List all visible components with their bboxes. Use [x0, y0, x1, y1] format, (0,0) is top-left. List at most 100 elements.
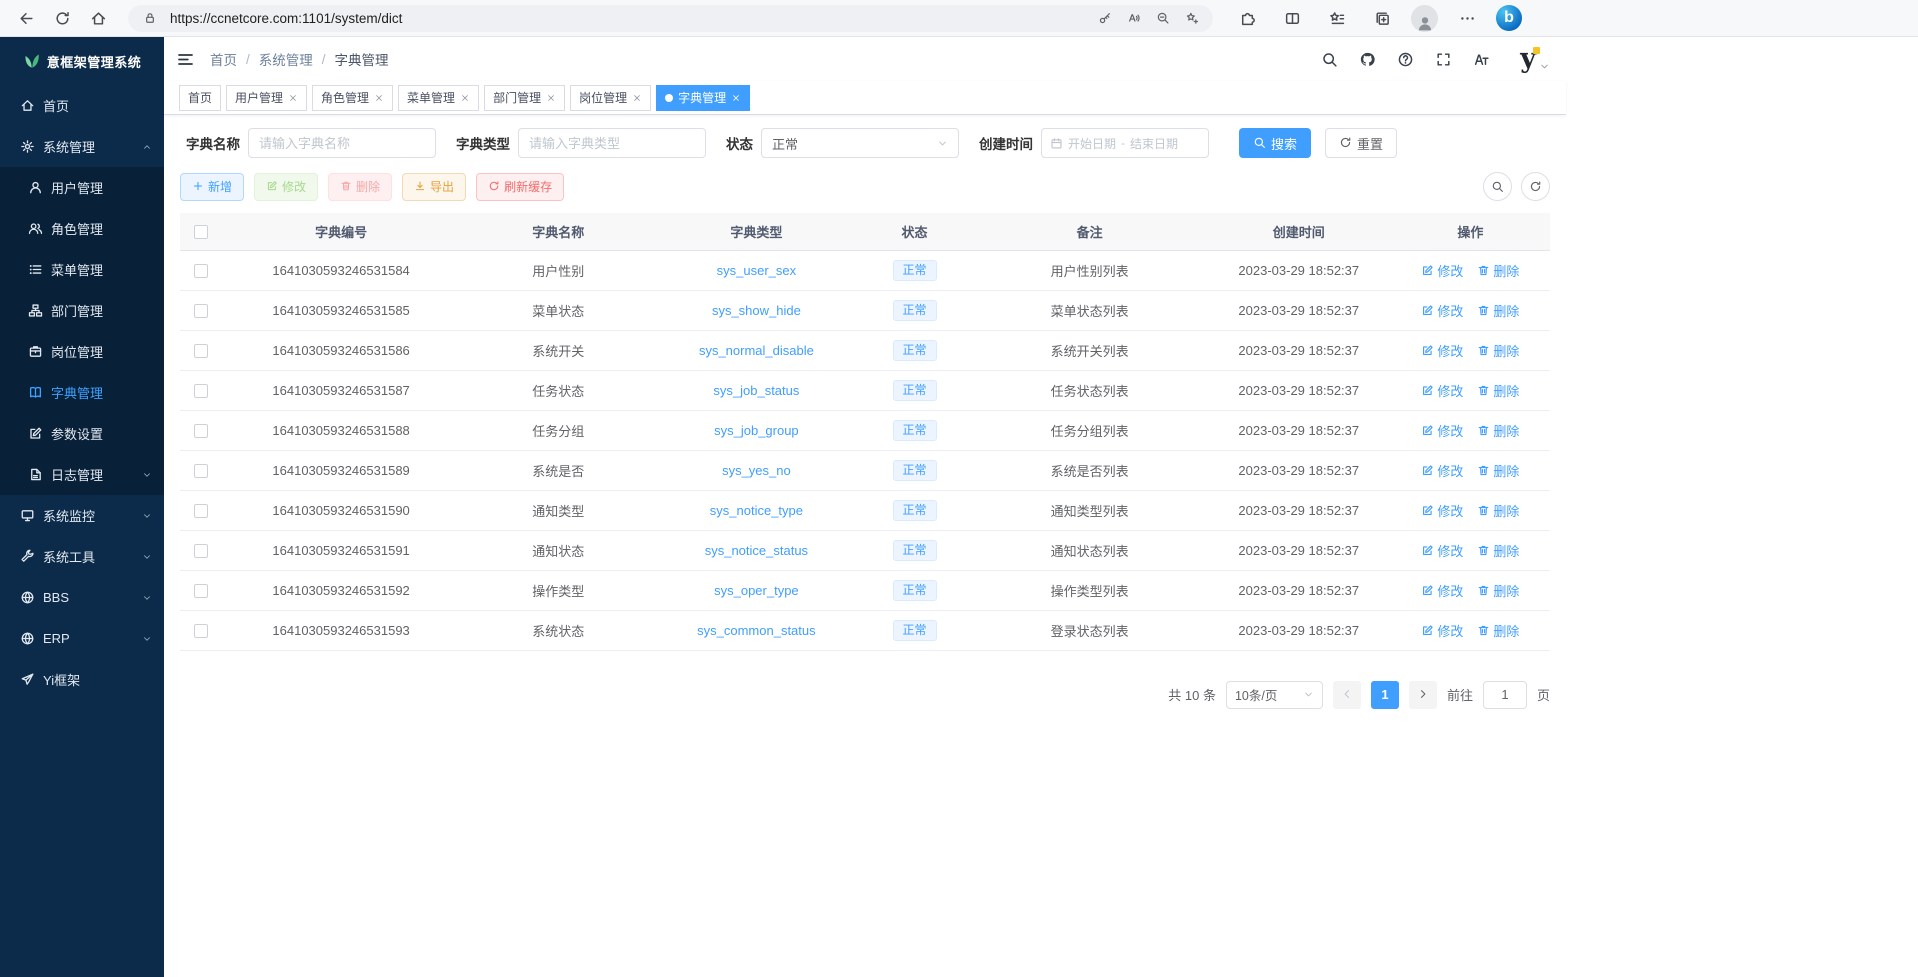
- profile-avatar[interactable]: [1411, 5, 1438, 32]
- dict-type-link[interactable]: sys_notice_type: [710, 503, 803, 518]
- sidebar-item-system-management[interactable]: 系统管理: [0, 126, 164, 167]
- refresh-icon[interactable]: [1521, 172, 1550, 201]
- row-checkbox[interactable]: [194, 584, 208, 598]
- row-delete-button[interactable]: 删除: [1477, 461, 1519, 480]
- home-icon[interactable]: [82, 3, 114, 33]
- tab-dict[interactable]: 字典管理: [656, 85, 750, 111]
- help-icon[interactable]: [1394, 48, 1416, 70]
- settings-more-icon[interactable]: [1451, 3, 1483, 33]
- next-page-button[interactable]: [1409, 681, 1437, 709]
- row-delete-button[interactable]: 删除: [1477, 301, 1519, 320]
- tab-close-icon[interactable]: [546, 93, 556, 103]
- sidebar-item-role-management[interactable]: 角色管理: [0, 208, 164, 249]
- extensions-icon[interactable]: [1231, 3, 1263, 33]
- split-screen-icon[interactable]: [1276, 3, 1308, 33]
- favorites-icon[interactable]: [1321, 3, 1353, 33]
- sidebar-item-post-management[interactable]: 岗位管理: [0, 331, 164, 372]
- row-edit-button[interactable]: 修改: [1421, 421, 1463, 440]
- row-checkbox[interactable]: [194, 424, 208, 438]
- dict-type-link[interactable]: sys_common_status: [697, 623, 816, 638]
- row-edit-button[interactable]: 修改: [1421, 341, 1463, 360]
- address-bar[interactable]: https://ccnetcore.com:1101/system/dict: [128, 5, 1213, 32]
- row-checkbox[interactable]: [194, 504, 208, 518]
- row-checkbox[interactable]: [194, 464, 208, 478]
- sidebar-item-system-monitor[interactable]: 系统监控: [0, 495, 164, 536]
- page-1-button[interactable]: 1: [1371, 681, 1399, 709]
- row-edit-button[interactable]: 修改: [1421, 381, 1463, 400]
- sidebar-item-dept-management[interactable]: 部门管理: [0, 290, 164, 331]
- collections-icon[interactable]: [1366, 3, 1398, 33]
- sidebar-item-bbs[interactable]: BBS: [0, 577, 164, 618]
- row-delete-button[interactable]: 删除: [1477, 261, 1519, 280]
- tab-user[interactable]: 用户管理: [226, 85, 307, 111]
- sidebar-item-dict-management[interactable]: 字典管理: [0, 372, 164, 413]
- export-button[interactable]: 导出: [402, 173, 466, 201]
- dict-type-link[interactable]: sys_job_group: [714, 423, 799, 438]
- search-icon[interactable]: [1483, 172, 1512, 201]
- dict-type-link[interactable]: sys_normal_disable: [699, 343, 814, 358]
- sidebar-item-erp[interactable]: ERP: [0, 618, 164, 659]
- tab-close-icon[interactable]: [374, 93, 384, 103]
- hamburger-icon[interactable]: [176, 50, 206, 69]
- row-delete-button[interactable]: 删除: [1477, 621, 1519, 640]
- row-delete-button[interactable]: 删除: [1477, 581, 1519, 600]
- row-delete-button[interactable]: 删除: [1477, 421, 1519, 440]
- row-delete-button[interactable]: 删除: [1477, 341, 1519, 360]
- tab-close-icon[interactable]: [632, 93, 642, 103]
- row-delete-button[interactable]: 删除: [1477, 541, 1519, 560]
- github-icon[interactable]: [1356, 48, 1378, 70]
- edit-button[interactable]: 修改: [254, 173, 318, 201]
- dict-name-input[interactable]: [248, 128, 436, 158]
- sidebar-item-home[interactable]: 首页: [0, 85, 164, 126]
- select-all-checkbox[interactable]: [194, 225, 208, 239]
- row-checkbox[interactable]: [194, 624, 208, 638]
- row-edit-button[interactable]: 修改: [1421, 581, 1463, 600]
- fullscreen-icon[interactable]: [1432, 48, 1454, 70]
- breadcrumb-item[interactable]: 系统管理: [259, 49, 313, 69]
- search-icon[interactable]: [1318, 48, 1340, 70]
- row-edit-button[interactable]: 修改: [1421, 501, 1463, 520]
- row-delete-button[interactable]: 删除: [1477, 501, 1519, 520]
- tab-close-icon[interactable]: [731, 93, 741, 103]
- row-edit-button[interactable]: 修改: [1421, 261, 1463, 280]
- dict-type-link[interactable]: sys_yes_no: [722, 463, 791, 478]
- add-button[interactable]: 新增: [180, 173, 244, 201]
- sidebar-item-user-management[interactable]: 用户管理: [0, 167, 164, 208]
- tab-dept[interactable]: 部门管理: [484, 85, 565, 111]
- tab-close-icon[interactable]: [460, 93, 470, 103]
- row-edit-button[interactable]: 修改: [1421, 461, 1463, 480]
- font-size-icon[interactable]: [1470, 48, 1492, 70]
- url-text[interactable]: https://ccnetcore.com:1101/system/dict: [170, 11, 1091, 26]
- lock-icon[interactable]: [136, 6, 163, 30]
- refresh-cache-button[interactable]: 刷新缓存: [476, 173, 564, 201]
- row-checkbox[interactable]: [194, 264, 208, 278]
- dict-type-link[interactable]: sys_notice_status: [705, 543, 808, 558]
- row-checkbox[interactable]: [194, 304, 208, 318]
- row-checkbox[interactable]: [194, 344, 208, 358]
- sidebar-item-menu-management[interactable]: 菜单管理: [0, 249, 164, 290]
- tab-post[interactable]: 岗位管理: [570, 85, 651, 111]
- sidebar-item-log-management[interactable]: 日志管理: [0, 454, 164, 495]
- dict-type-link[interactable]: sys_user_sex: [717, 263, 796, 278]
- dict-type-input[interactable]: [518, 128, 706, 158]
- status-select[interactable]: 正常: [761, 128, 959, 158]
- row-delete-button[interactable]: 删除: [1477, 381, 1519, 400]
- read-aloud-icon[interactable]: [1120, 6, 1147, 30]
- row-checkbox[interactable]: [194, 544, 208, 558]
- prev-page-button[interactable]: [1333, 681, 1361, 709]
- zoom-icon[interactable]: [1149, 6, 1176, 30]
- date-range-picker[interactable]: 开始日期 - 结束日期: [1041, 128, 1209, 158]
- back-icon[interactable]: [10, 3, 42, 33]
- row-edit-button[interactable]: 修改: [1421, 621, 1463, 640]
- sidebar-item-yi-framework[interactable]: Yi框架: [0, 659, 164, 700]
- delete-button[interactable]: 删除: [328, 173, 392, 201]
- tab-close-icon[interactable]: [288, 93, 298, 103]
- dict-type-link[interactable]: sys_job_status: [713, 383, 799, 398]
- password-icon[interactable]: [1091, 6, 1118, 30]
- tab-home[interactable]: 首页: [179, 85, 221, 111]
- add-favorite-icon[interactable]: [1178, 6, 1205, 30]
- bing-icon[interactable]: b: [1496, 5, 1522, 31]
- tab-menu[interactable]: 菜单管理: [398, 85, 479, 111]
- dict-type-link[interactable]: sys_show_hide: [712, 303, 801, 318]
- row-checkbox[interactable]: [194, 384, 208, 398]
